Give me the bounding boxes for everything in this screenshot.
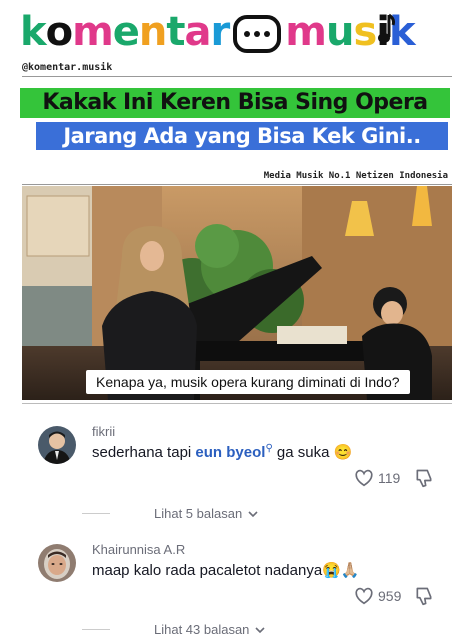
chat-bubble-icon (233, 15, 282, 53)
logo-letter: r (210, 9, 231, 55)
view-replies-label: Lihat 5 balasan (154, 506, 243, 521)
heart-icon (355, 469, 373, 487)
comment-username[interactable]: Khairunnisa A.R (92, 542, 185, 557)
account-handle: @komentar.musik (22, 62, 113, 73)
like-button[interactable]: 119 (354, 469, 400, 487)
comment-text: maap kalo rada pacaletot nadanya😭🙏🏼 (92, 562, 360, 579)
logo-letter: o (45, 9, 74, 55)
search-icon: ⚲ (265, 443, 273, 454)
thumbs-down-icon[interactable] (414, 586, 434, 606)
search-highlight-link[interactable]: eun byeol (195, 444, 265, 461)
heart-icon (355, 587, 373, 605)
comment-username[interactable]: fikrii (92, 424, 115, 439)
logo-letter: a (184, 9, 212, 55)
like-button[interactable]: 959 (354, 587, 401, 605)
avatar[interactable] (38, 426, 76, 464)
logo-letter: m (285, 9, 327, 55)
comment-text: sederhana tapi eun byeol⚲ ga suka 😊 (92, 443, 352, 461)
divider (22, 403, 452, 404)
logo-letter: m (72, 9, 114, 55)
avatar-woman-hijab-icon (38, 544, 76, 582)
comment-text-part: sederhana tapi (92, 444, 196, 461)
logo-letter: u (325, 9, 355, 55)
comment-text-part: ga suka 😊 (272, 444, 353, 461)
chevron-down-icon (255, 626, 265, 633)
divider (22, 76, 452, 77)
like-count: 959 (378, 588, 402, 604)
logo-wordmark-1: komentar (20, 6, 231, 58)
avatar-man-suit-icon (38, 426, 76, 464)
logo-letter: e (112, 9, 140, 55)
view-replies-button[interactable]: Lihat 43 balasan (118, 622, 266, 637)
thumbs-down-icon[interactable] (414, 468, 434, 488)
music-note-icon (377, 13, 395, 43)
logo-letter: s (353, 9, 377, 55)
video-player[interactable] (22, 186, 452, 400)
headline-line-2: Jarang Ada yang Bisa Kek Gini.. (36, 122, 448, 150)
view-replies-button[interactable]: Lihat 5 balasan (118, 506, 259, 521)
logo-letter: k (20, 9, 47, 55)
like-count: 119 (378, 470, 401, 486)
logo-letter: t (166, 9, 185, 55)
video-caption: Kenapa ya, musik opera kurang diminati d… (86, 370, 410, 394)
headline-line-1: Kakak Ini Keren Bisa Sing Opera (20, 88, 450, 118)
brand-logo: komentar musik (20, 6, 454, 58)
logo-letter: n (138, 9, 168, 55)
view-replies-label: Lihat 43 balasan (154, 622, 250, 637)
logo-wordmark-2: musik (285, 6, 415, 58)
avatar[interactable] (38, 544, 76, 582)
tagline: Media Musik No.1 Netizen Indonesia (263, 171, 448, 181)
divider (22, 184, 452, 185)
chevron-down-icon (248, 510, 258, 517)
video-scene-image (22, 186, 452, 400)
